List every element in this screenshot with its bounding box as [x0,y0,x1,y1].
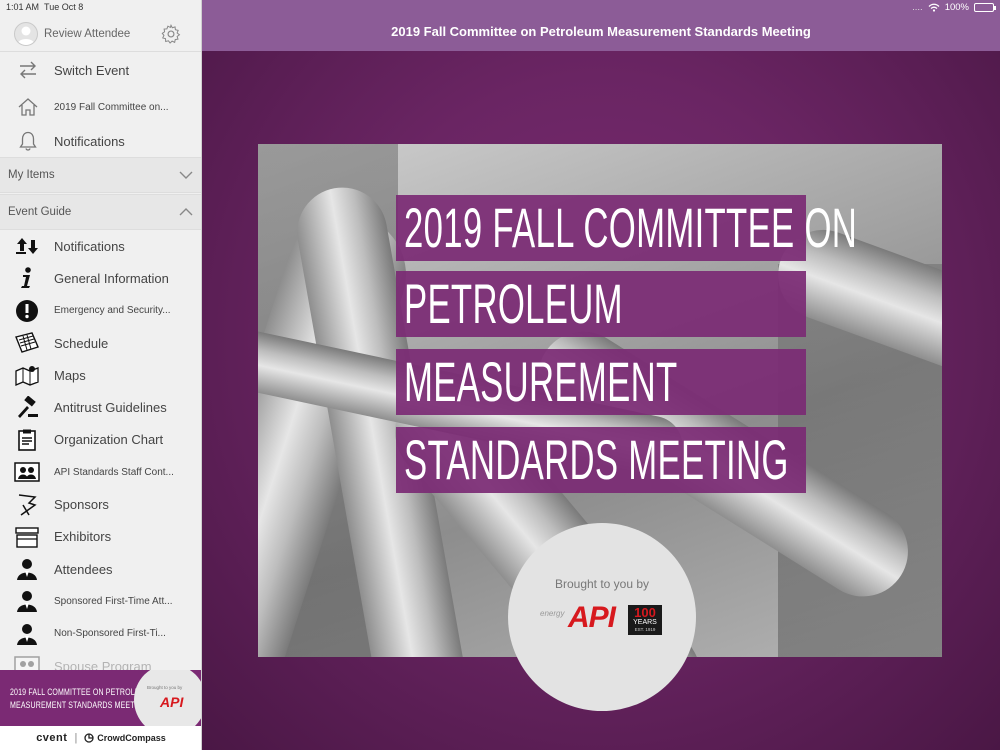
years-label: YEARS [633,619,657,626]
top-notifications-label: Notifications [54,133,125,149]
guide-item-sponsors[interactable]: Sponsors [0,488,201,520]
sidebar: 1:01 AM Tue Oct 8 Review Attendee Switch… [0,0,202,750]
home-icon [16,95,40,119]
calendar-icon [14,330,40,356]
crowdcompass-label: CrowdCompass [97,733,166,743]
main-content: .... 100% 2019 Fall Committee on Petrole… [202,0,1000,750]
profile-name: Review Attendee [44,27,131,40]
guide-item-org-chart[interactable]: Organization Chart [0,424,201,456]
guide-item-label: Non-Sponsored First-Ti... [54,628,166,640]
guide-item-label: Sponsored First-Time Att... [54,595,173,607]
guide-item-non-sponsored-first-time[interactable]: Non-Sponsored First-Ti... [0,618,201,650]
my-items-label: My Items [8,169,55,181]
api-energy-word: energy [540,609,565,618]
guide-item-general-information[interactable]: General Information [0,262,201,294]
exclamation-icon [14,298,40,324]
guide-item-label: Maps [54,367,86,383]
guide-item-label: Schedule [54,335,109,351]
guide-item-label: Sponsors [54,497,109,513]
api-logo: energy API 100 YEARS EST. 1919 [540,601,668,637]
api-100-years-badge: 100 YEARS EST. 1919 [628,605,662,635]
app-root: 1:01 AM Tue Oct 8 Review Attendee Switch… [0,0,1000,750]
avatar-icon [14,21,38,46]
contacts-icon [14,459,40,485]
sidebar-banner-line2: MEASUREMENT STANDARDS MEETING [10,700,148,710]
guide-item-label: API Standards Staff Cont... [54,466,174,478]
hero-title-line1: 2019 FALL COMMITTEE ON [404,196,858,259]
top-notifications-item[interactable]: Notifications [0,124,201,158]
booth-icon [14,524,40,550]
guide-item-label: Emergency and Security... [54,305,171,317]
top-bar: .... 100% 2019 Fall Committee on Petrole… [202,0,1000,51]
brought-to-you-label: Brought to you by [554,577,650,591]
guide-item-label: Exhibitors [54,529,112,545]
battery-icon [974,3,996,12]
profile-row[interactable]: Review Attendee [0,16,201,52]
guide-item-antitrust[interactable]: Antitrust Guidelines [0,391,201,423]
gavel-icon [14,395,40,421]
event-guide-list: Notifications General Information Emerge… [0,230,201,682]
signal-dots: .... [912,2,923,13]
guide-item-label: Attendees [54,561,113,577]
hero-title-line3: MEASUREMENT [404,350,678,413]
sidebar-event-banner[interactable]: 2019 FALL COMMITTEE ON PETROLEUM MEASURE… [0,670,201,726]
wifi-icon [928,3,940,12]
info-icon [14,265,40,291]
sponsor-flag-icon [14,492,40,518]
event-guide-header[interactable]: Event Guide [0,194,201,230]
page-title: 2019 Fall Committee on Petroleum Measure… [391,24,811,39]
person-icon [14,621,40,647]
battery-percent: 100% [944,2,969,13]
notifications-arrows-icon [14,233,40,259]
clipboard-icon [14,427,40,453]
guide-item-attendees[interactable]: Attendees [0,553,201,585]
hero-title-line4: STANDARDS MEETING [404,428,789,491]
gear-icon[interactable] [160,23,182,45]
guide-item-label: General Information [54,270,169,286]
person-icon [14,588,40,614]
switch-arrows-icon [16,58,40,82]
status-time: 1:01 AM [6,2,40,12]
switch-event-item[interactable]: Switch Event [0,53,201,87]
api-logo-text: API [568,601,616,634]
guide-item-notifications[interactable]: Notifications [0,230,201,262]
sidebar-banner-brought: Brought to you by [147,685,183,690]
event-home-item[interactable]: 2019 Fall Committee on... [0,90,201,124]
chevron-down-icon [179,171,193,179]
person-icon [14,556,40,582]
guide-item-label: Notifications [54,238,125,254]
crowdcompass-icon [84,733,94,743]
api-logo-icon: API [160,694,184,710]
status-right: .... 100% [912,2,996,13]
guide-item-label: Antitrust Guidelines [54,400,167,416]
guide-item-exhibitors[interactable]: Exhibitors [0,521,201,553]
years-number: 100 [634,605,656,620]
status-time-date: 1:01 AM Tue Oct 8 [6,2,83,12]
guide-item-emergency[interactable]: Emergency and Security... [0,295,201,327]
sponsor-badge: Brought to you by energy API 100 YEARS E… [508,523,696,711]
crowdcompass-logo: CrowdCompass [84,733,166,743]
sidebar-banner-line1: 2019 FALL COMMITTEE ON PETROLEUM [10,687,151,697]
est-label: EST. 1919 [634,627,656,632]
hero-title-line2: PETROLEUM [404,272,623,335]
guide-item-sponsored-first-time[interactable]: Sponsored First-Time Att... [0,585,201,617]
status-date: Tue Oct 8 [44,2,84,12]
map-icon [14,362,40,388]
event-guide-label: Event Guide [8,206,72,218]
bell-icon [16,129,40,153]
guide-item-schedule[interactable]: Schedule [0,327,201,359]
footer-separator: | [74,732,78,744]
event-home-label: 2019 Fall Committee on... [54,101,169,113]
guide-item-label: Organization Chart [54,432,164,448]
sidebar-footer: cvent | CrowdCompass [0,726,201,750]
my-items-header[interactable]: My Items [0,157,201,193]
guide-item-maps[interactable]: Maps [0,359,201,391]
switch-event-label: Switch Event [54,62,130,78]
guide-item-staff-contacts[interactable]: API Standards Staff Cont... [0,456,201,488]
chevron-up-icon [179,208,193,216]
cvent-logo: cvent [36,732,68,744]
